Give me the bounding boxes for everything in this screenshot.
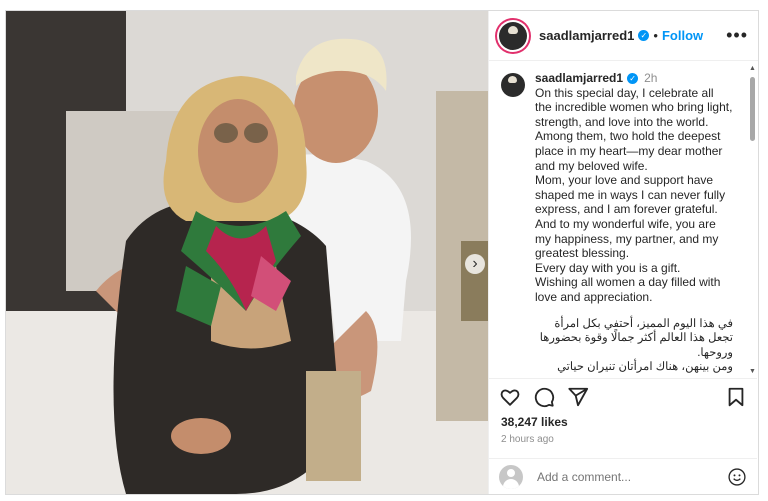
caption-username[interactable]: saadlamjarred1	[535, 71, 623, 86]
more-options-icon[interactable]: •••	[726, 25, 748, 46]
post-sidebar: saadlamjarred1 ✓ • Follow ••• saadlamjar…	[488, 11, 758, 494]
bookmark-icon[interactable]	[725, 386, 747, 408]
caption-scroll-area[interactable]: saadlamjarred1 ✓ 2h On this special day,…	[489, 61, 757, 378]
next-image-button[interactable]: ›	[465, 254, 485, 274]
separator-dot: •	[653, 28, 658, 43]
user-avatar-icon	[499, 464, 523, 489]
instagram-post: › saadlamjarred1 ✓ • Follow ••• saadlamj…	[5, 10, 759, 495]
comment-input[interactable]	[535, 468, 727, 485]
caption-avatar[interactable]	[501, 73, 525, 97]
share-icon[interactable]	[567, 386, 589, 408]
post-photo[interactable]: ›	[6, 11, 488, 494]
comment-icon[interactable]	[533, 386, 555, 408]
scroll-down-icon[interactable]: ▼	[749, 368, 756, 375]
action-bar	[489, 378, 757, 414]
verified-icon: ✓	[638, 30, 650, 41]
caption-arabic-text: في هذا اليوم المميز، أحتفي بكل امرأة تجع…	[539, 317, 733, 379]
chevron-right-icon: ›	[472, 255, 478, 272]
heart-icon[interactable]	[499, 386, 521, 408]
emoji-icon[interactable]	[727, 467, 747, 487]
scroll-up-icon[interactable]: ▲	[749, 65, 756, 72]
caption: saadlamjarred1 ✓ 2h On this special day,…	[489, 61, 757, 378]
verified-icon: ✓	[627, 72, 639, 84]
like-count[interactable]: 38,247 likes	[501, 415, 568, 429]
post-header: saadlamjarred1 ✓ • Follow •••	[489, 11, 758, 61]
caption-scrollbar[interactable]: ▲ ▼	[749, 65, 756, 375]
caption-body: saadlamjarred1 ✓ 2h On this special day,…	[535, 71, 733, 378]
caption-time[interactable]: 2h	[644, 71, 657, 86]
header-username[interactable]: saadlamjarred1	[539, 28, 634, 43]
scrollbar-thumb[interactable]	[750, 77, 755, 141]
follow-button[interactable]: Follow	[662, 28, 703, 43]
post-timestamp[interactable]: 2 hours ago	[501, 434, 554, 445]
photo-illustration	[6, 11, 488, 494]
comment-bar	[489, 458, 757, 494]
caption-text: On this special day, I celebrate all the…	[535, 85, 733, 304]
profile-avatar[interactable]	[499, 21, 527, 50]
caption-header: saadlamjarred1 ✓ 2h	[535, 71, 733, 86]
